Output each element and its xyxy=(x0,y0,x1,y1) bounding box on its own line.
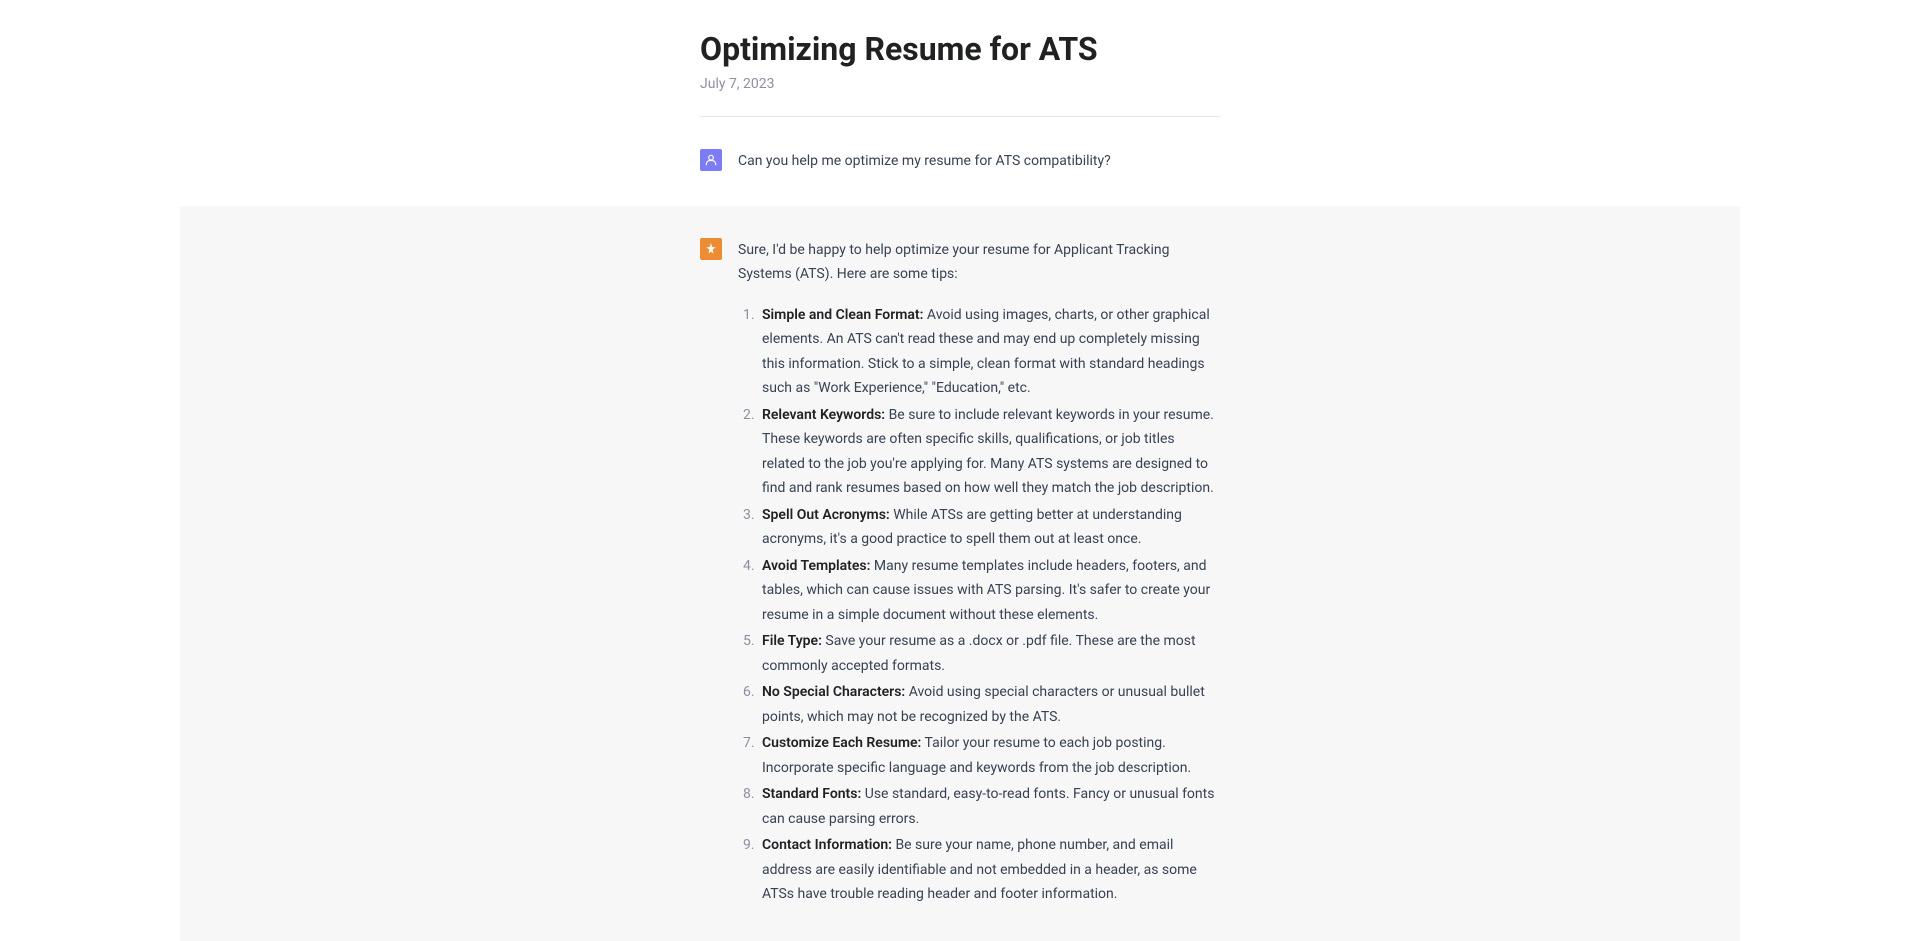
tips-list: Simple and Clean Format: Avoid using ima… xyxy=(738,303,1220,907)
tip-label: Contact Information: xyxy=(762,837,892,853)
assistant-avatar xyxy=(700,238,722,260)
tip-label: Avoid Templates: xyxy=(762,558,870,574)
user-message-text: Can you help me optimize my resume for A… xyxy=(738,153,1111,169)
user-message-section: Can you help me optimize my resume for A… xyxy=(180,117,1740,206)
tip-item: File Type: Save your resume as a .docx o… xyxy=(758,629,1220,678)
tip-label: Simple and Clean Format: xyxy=(762,307,923,323)
assistant-message-content: Sure, I'd be happy to help optimize your… xyxy=(738,238,1220,909)
tip-item: Spell Out Acronyms: While ATSs are getti… xyxy=(758,503,1220,552)
page-container: Optimizing Resume for ATS July 7, 2023 C… xyxy=(180,0,1740,941)
tip-label: No Special Characters: xyxy=(762,684,905,700)
openai-logo-icon xyxy=(704,242,718,256)
tip-item: Avoid Templates: Many resume templates i… xyxy=(758,554,1220,628)
tip-item: Customize Each Resume: Tailor your resum… xyxy=(758,731,1220,780)
tip-item: No Special Characters: Avoid using speci… xyxy=(758,680,1220,729)
tip-label: Standard Fonts: xyxy=(762,786,861,802)
tip-label: Relevant Keywords: xyxy=(762,407,885,423)
user-message-content: Can you help me optimize my resume for A… xyxy=(738,149,1220,174)
tip-label: Spell Out Acronyms: xyxy=(762,507,890,523)
tip-item: Simple and Clean Format: Avoid using ima… xyxy=(758,303,1220,401)
tip-item: Relevant Keywords: Be sure to include re… xyxy=(758,403,1220,501)
header-section: Optimizing Resume for ATS July 7, 2023 xyxy=(700,0,1220,117)
user-avatar xyxy=(700,149,722,171)
tip-text: Save your resume as a .docx or .pdf file… xyxy=(762,633,1196,674)
assistant-message-section: Sure, I'd be happy to help optimize your… xyxy=(180,206,1740,941)
tip-label: File Type: xyxy=(762,633,822,649)
tip-item: Contact Information: Be sure your name, … xyxy=(758,833,1220,907)
tip-label: Customize Each Resume: xyxy=(762,735,921,751)
tip-item: Standard Fonts: Use standard, easy-to-re… xyxy=(758,782,1220,831)
assistant-intro-text: Sure, I'd be happy to help optimize your… xyxy=(738,238,1220,287)
page-date: July 7, 2023 xyxy=(700,76,1220,92)
page-title: Optimizing Resume for ATS xyxy=(700,30,1220,68)
person-icon xyxy=(704,153,718,167)
